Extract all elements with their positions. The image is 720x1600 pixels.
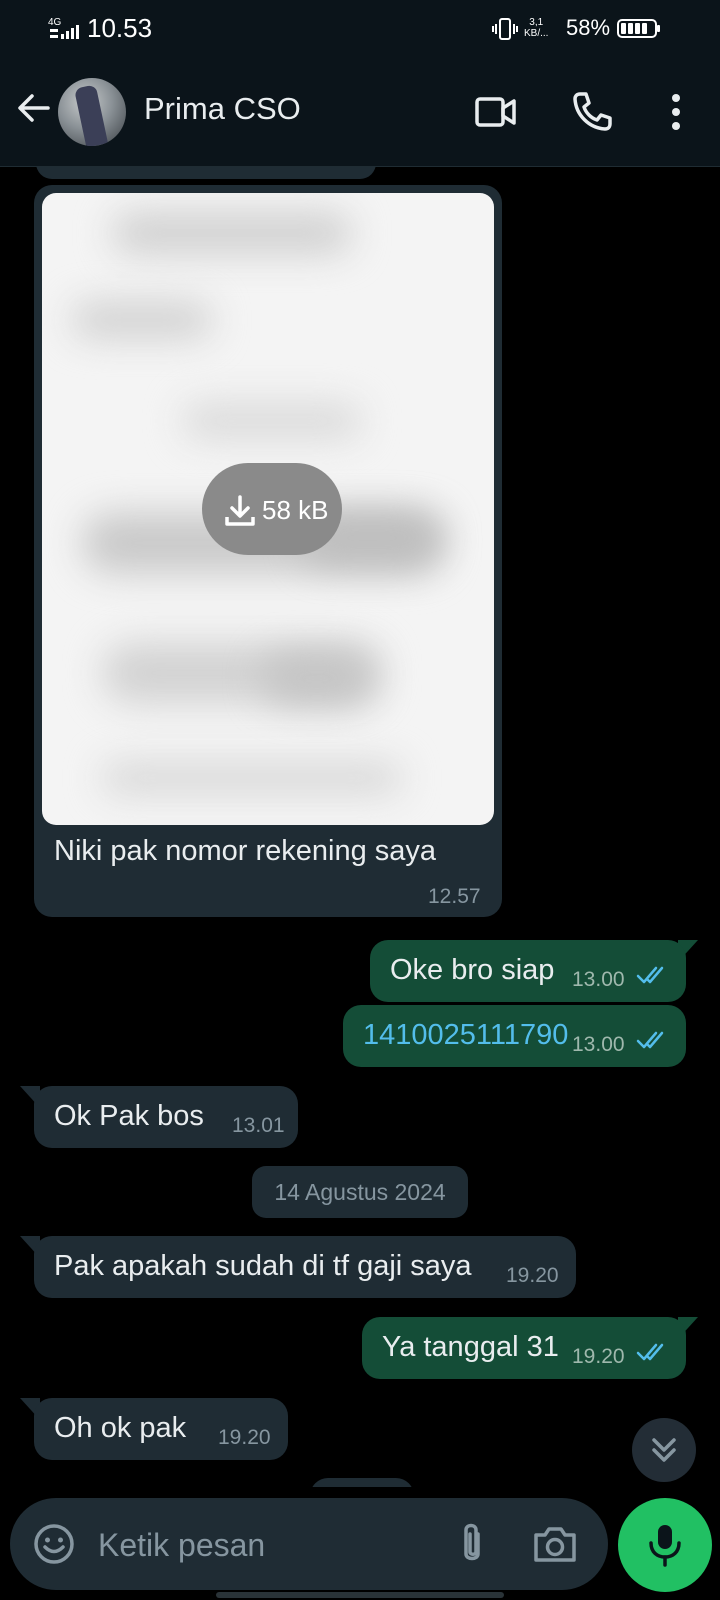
previous-message-fragment: [36, 167, 376, 179]
received-message[interactable]: Pak apakah sudah di tf gaji saya 19.20: [34, 1236, 576, 1298]
battery-percent: 58%: [566, 15, 611, 40]
battery-icon: [617, 19, 660, 38]
sent-message[interactable]: 1410025111790 13.00: [343, 1005, 686, 1067]
blurred-image-preview[interactable]: 58 kB: [42, 193, 494, 825]
download-button[interactable]: 58 kB: [202, 463, 342, 555]
voice-message-button[interactable]: [618, 1498, 712, 1592]
received-message[interactable]: Oh ok pak 19.20: [34, 1398, 288, 1460]
message-time: 19.20: [506, 1264, 559, 1287]
message-time: 13.00: [572, 968, 625, 991]
phone-icon[interactable]: [568, 88, 616, 136]
contact-name[interactable]: Prima CSO: [144, 91, 301, 127]
sent-message[interactable]: Oke bro siap 13.00: [370, 940, 686, 1002]
message-time: 12.57: [428, 885, 481, 908]
message-input[interactable]: [96, 1522, 430, 1568]
message-time: 19.20: [218, 1426, 271, 1449]
network-speed: 3,1 KB/...: [524, 17, 548, 39]
scroll-to-bottom-button[interactable]: [632, 1418, 696, 1482]
signal-icon: 4G: [48, 17, 79, 39]
clock: 10.53: [87, 13, 153, 43]
status-bar: 4G 10.53 3,1 KB/... 58%: [0, 0, 720, 58]
message-text: Oh ok pak: [54, 1412, 187, 1444]
message-text: Ok Pak bos: [54, 1100, 204, 1132]
message-text: Oke bro siap: [390, 954, 555, 986]
image-message[interactable]: 58 kB Niki pak nomor rekening saya 12.57: [34, 185, 502, 917]
back-arrow-icon[interactable]: [14, 88, 54, 128]
message-text: Pak apakah sudah di tf gaji saya: [54, 1250, 472, 1282]
avatar-photo-shape: [74, 84, 108, 146]
read-receipt-icon: [636, 1031, 664, 1049]
network-speed-value: 3,1: [529, 17, 544, 28]
contact-avatar[interactable]: [58, 78, 126, 146]
attachment-icon[interactable]: [450, 1520, 494, 1568]
vibrate-icon: [492, 18, 518, 40]
next-message-fragment: [310, 1478, 414, 1487]
received-message[interactable]: Ok Pak bos 13.01: [34, 1086, 298, 1148]
more-vertical-icon[interactable]: [652, 88, 700, 136]
message-composer: [10, 1498, 608, 1590]
chat-header: Prima CSO: [0, 58, 720, 167]
message-time: 13.00: [572, 1033, 625, 1056]
image-caption: Niki pak nomor rekening saya: [54, 835, 437, 867]
message-time: 19.20: [572, 1345, 625, 1368]
microphone-icon: [649, 1525, 681, 1567]
message-text: Ya tanggal 31: [382, 1331, 559, 1363]
file-size: 58 kB: [262, 495, 329, 525]
download-icon: [225, 495, 255, 526]
camera-icon[interactable]: [532, 1522, 578, 1566]
video-call-icon[interactable]: [472, 88, 520, 136]
network-type: 4G: [48, 17, 62, 28]
read-receipt-icon: [636, 966, 664, 984]
account-number-link[interactable]: 1410025111790: [363, 1019, 568, 1052]
date-divider: 14 Agustus 2024: [252, 1166, 468, 1218]
sent-message[interactable]: Ya tanggal 31 19.20: [362, 1317, 686, 1379]
message-time: 13.01: [232, 1114, 285, 1137]
double-chevron-down-icon: [652, 1438, 676, 1462]
message-list[interactable]: 58 kB Niki pak nomor rekening saya 12.57…: [0, 167, 720, 1487]
date-divider-label: 14 Agustus 2024: [274, 1179, 446, 1205]
read-receipt-icon: [636, 1343, 664, 1361]
emoji-icon[interactable]: [32, 1522, 76, 1566]
network-speed-unit: KB/...: [524, 28, 549, 39]
navigation-handle[interactable]: [216, 1592, 504, 1598]
